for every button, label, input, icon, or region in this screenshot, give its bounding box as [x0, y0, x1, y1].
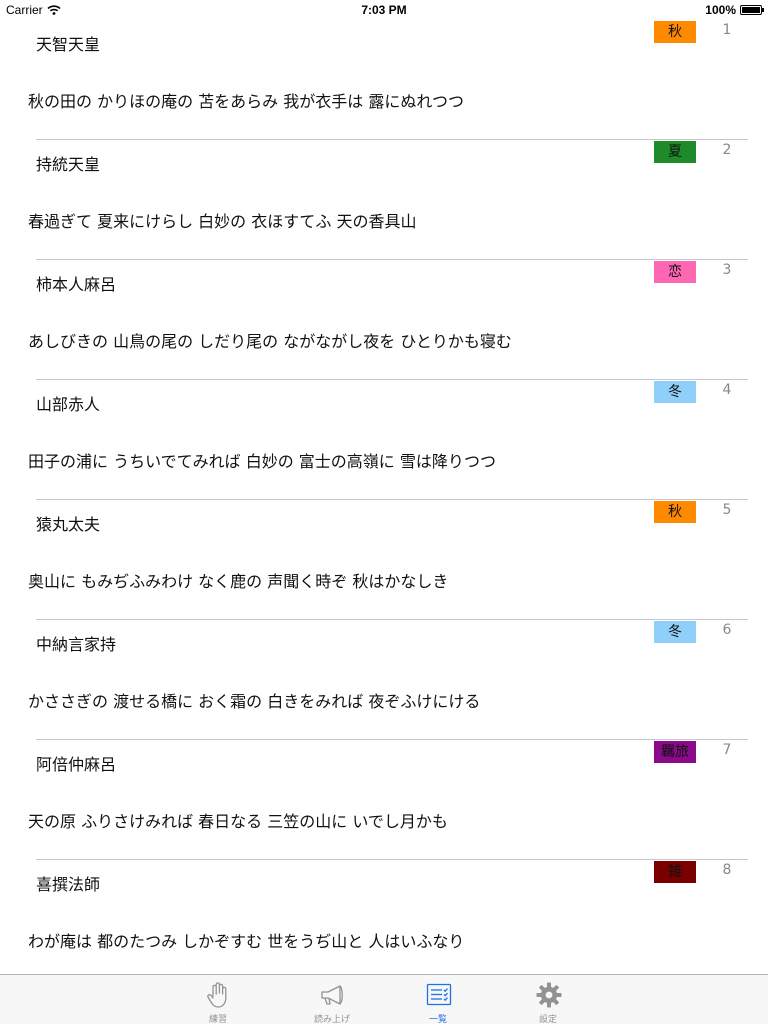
- poem-text: 奥山に もみぢふみわけ なく鹿の 声聞く時ぞ 秋はかなしき: [28, 572, 449, 591]
- category-badge: 冬: [654, 621, 696, 643]
- poem-author: 喜撰法師: [36, 875, 101, 894]
- poem-text: 春過ぎて 夏来にけらし 白妙の 衣ほすてふ 天の香具山: [28, 212, 417, 231]
- category-badge: 夏: [654, 141, 696, 163]
- tab-gear[interactable]: 設定: [510, 975, 586, 1025]
- poem-author: 天智天皇: [36, 35, 101, 54]
- poem-text: あしびきの 山鳥の尾の しだり尾の ながながし夜を ひとりかも寝む: [28, 332, 512, 351]
- poem-row[interactable]: 柿本人麻呂 恋 3 あしびきの 山鳥の尾の しだり尾の ながながし夜を ひとりかも寝む: [0, 260, 768, 380]
- poem-author: 山部赤人: [36, 395, 101, 414]
- tab-label: 一覧: [428, 1015, 447, 1025]
- poem-row[interactable]: 阿倍仲麻呂 羈旅 7 天の原 ふりさけみれば 春日なる 三笠の山に いでし月かも: [0, 740, 768, 860]
- category-badge: 冬: [654, 381, 696, 403]
- tab-hand[interactable]: 練習: [180, 975, 256, 1025]
- poem-text: かささぎの 渡せる橋に おく霜の 白きをみれば 夜ぞふけにける: [28, 692, 481, 711]
- poem-number: 1: [722, 22, 732, 38]
- poem-row[interactable]: 山部赤人 冬 4 田子の浦に うちいでてみれば 白妙の 富士の高嶺に 雪は降りつつ: [0, 380, 768, 500]
- status-bar: Carrier 7:03 PM 100%: [0, 0, 768, 20]
- poem-row[interactable]: 持統天皇 夏 2 春過ぎて 夏来にけらし 白妙の 衣ほすてふ 天の香具山: [0, 140, 768, 260]
- poem-text: 天の原 ふりさけみれば 春日なる 三笠の山に いでし月かも: [28, 812, 448, 831]
- poem-number: 7: [722, 742, 732, 758]
- poem-row[interactable]: 喜撰法師 雑 8 わが庵は 都のたつみ しかぞすむ 世をうぢ山と 人はいふなり: [0, 860, 768, 980]
- category-badge: 羈旅: [654, 741, 696, 763]
- status-right: 100%: [705, 3, 764, 17]
- tab-label: 読み上げ: [313, 1015, 350, 1025]
- poem-number: 4: [722, 382, 732, 398]
- category-badge: 恋: [654, 261, 696, 283]
- poem-author: 持統天皇: [36, 155, 101, 174]
- category-badge: 秋: [654, 21, 696, 43]
- battery-level: [742, 7, 760, 13]
- poem-number: 2: [722, 142, 732, 158]
- poem-text: わが庵は 都のたつみ しかぞすむ 世をうぢ山と 人はいふなり: [28, 932, 465, 951]
- poem-row[interactable]: 猿丸太夫 秋 5 奥山に もみぢふみわけ なく鹿の 声聞く時ぞ 秋はかなしき: [0, 500, 768, 620]
- tab-megaphone[interactable]: 読み上げ: [294, 975, 370, 1025]
- poem-text: 田子の浦に うちいでてみれば 白妙の 富士の高嶺に 雪は降りつつ: [28, 452, 497, 471]
- tab-label: 設定: [538, 1015, 557, 1025]
- poem-text: 秋の田の かりほの庵の 苫をあらみ 我が衣手は 露にぬれつつ: [28, 92, 465, 111]
- category-badge: 秋: [654, 501, 696, 523]
- tab-label: 練習: [208, 1015, 227, 1025]
- battery-percent: 100%: [705, 3, 736, 17]
- poem-author: 中納言家持: [36, 635, 117, 654]
- category-badge: 雑: [654, 861, 696, 883]
- poem-number: 8: [722, 862, 732, 878]
- tab-list[interactable]: 一覧: [400, 975, 476, 1025]
- poem-author: 阿倍仲麻呂: [36, 755, 117, 774]
- poem-number: 5: [722, 502, 732, 518]
- tab-bar: 練習 読み上げ 一覧 設定: [0, 974, 768, 1025]
- poem-author: 猿丸太夫: [36, 515, 101, 534]
- poem-author: 柿本人麻呂: [36, 275, 117, 294]
- poem-number: 6: [722, 622, 732, 638]
- poem-row[interactable]: 中納言家持 冬 6 かささぎの 渡せる橋に おく霜の 白きをみれば 夜ぞふけにける: [0, 620, 768, 740]
- status-time: 7:03 PM: [361, 3, 407, 17]
- poem-number: 3: [722, 262, 732, 278]
- battery-icon: [740, 5, 764, 15]
- poem-row[interactable]: 天智天皇 秋 1 秋の田の かりほの庵の 苫をあらみ 我が衣手は 露にぬれつつ: [0, 20, 768, 140]
